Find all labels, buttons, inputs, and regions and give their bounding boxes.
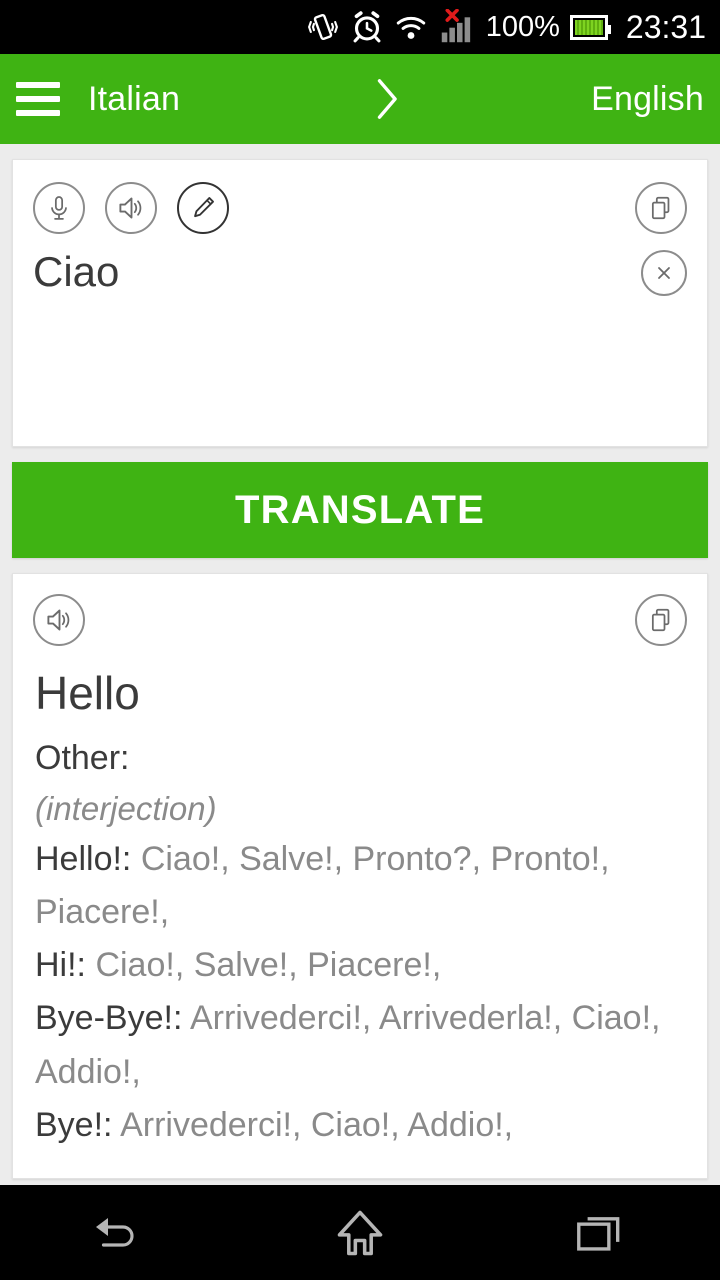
result-card: Hello Other: (interjection) Hello!: Ciao… xyxy=(12,573,708,1179)
microphone-icon[interactable] xyxy=(33,182,85,234)
input-card: Ciao xyxy=(12,159,708,448)
recents-icon xyxy=(577,1216,620,1251)
entry-values: Ciao!, Salve!, Piacere!, xyxy=(95,946,442,985)
dictionary-entry: Hi!: Ciao!, Salve!, Piacere!, xyxy=(35,939,685,992)
copy-icon[interactable] xyxy=(635,182,687,234)
entry-term: Hello!: xyxy=(35,840,132,879)
source-text-value[interactable]: Ciao xyxy=(33,244,641,296)
source-text-field[interactable]: Ciao xyxy=(13,234,707,296)
home-icon xyxy=(337,1210,383,1255)
entry-term: Hi!: xyxy=(35,946,86,985)
back-arrow-icon xyxy=(96,1217,134,1247)
dictionary-entry: Hello!: Ciao!, Salve!, Pronto?, Pronto!,… xyxy=(35,833,685,939)
chevron-right-icon xyxy=(377,79,397,119)
entry-values: Arrivederci!, Ciao!, Addio!, xyxy=(120,1105,514,1144)
back-button[interactable] xyxy=(60,1198,180,1268)
target-language-button[interactable]: English xyxy=(591,80,704,119)
entry-term: Bye!: xyxy=(35,1105,113,1144)
vibrate-icon xyxy=(306,10,340,44)
home-button[interactable] xyxy=(300,1198,420,1268)
signal-no-service-icon xyxy=(438,9,476,45)
result-toolbar xyxy=(13,574,707,647)
dictionary-section: Other: (interjection) Hello!: Ciao!, Sal… xyxy=(13,725,707,1178)
swap-languages-button[interactable] xyxy=(180,73,591,125)
wifi-icon xyxy=(394,10,428,44)
section-label: Other: xyxy=(35,738,130,777)
clear-close-icon[interactable] xyxy=(641,250,687,296)
phone-screen: 100% 23:31 Italian English Ciao TRANSLAT… xyxy=(0,0,720,1280)
speaker-icon[interactable] xyxy=(33,594,85,647)
speaker-icon[interactable] xyxy=(105,182,157,234)
dictionary-entry: Bye-Bye!: Arrivederci!, Arrivederla!, Ci… xyxy=(35,992,685,1098)
status-bar: 100% 23:31 xyxy=(0,0,720,54)
app-bar: Italian English xyxy=(0,54,720,144)
copy-icon[interactable] xyxy=(635,594,687,647)
part-of-speech-label: (interjection) xyxy=(35,789,217,827)
clock-label: 23:31 xyxy=(625,8,706,45)
hamburger-menu-icon[interactable] xyxy=(16,82,60,116)
translation-text: Hello xyxy=(35,667,140,720)
alarm-icon xyxy=(350,10,384,44)
source-language-button[interactable]: Italian xyxy=(88,80,180,119)
translate-button[interactable]: TRANSLATE xyxy=(12,462,708,559)
battery-icon xyxy=(569,14,611,40)
dictionary-entry: Bye!: Arrivederci!, Ciao!, Addio!, xyxy=(35,1099,685,1152)
android-navigation-bar xyxy=(0,1185,720,1280)
pencil-edit-icon[interactable] xyxy=(177,182,229,234)
battery-percent-label: 100% xyxy=(485,10,560,43)
recents-button[interactable] xyxy=(540,1198,660,1268)
input-toolbar xyxy=(13,160,707,234)
entry-term: Bye-Bye!: xyxy=(35,999,183,1038)
